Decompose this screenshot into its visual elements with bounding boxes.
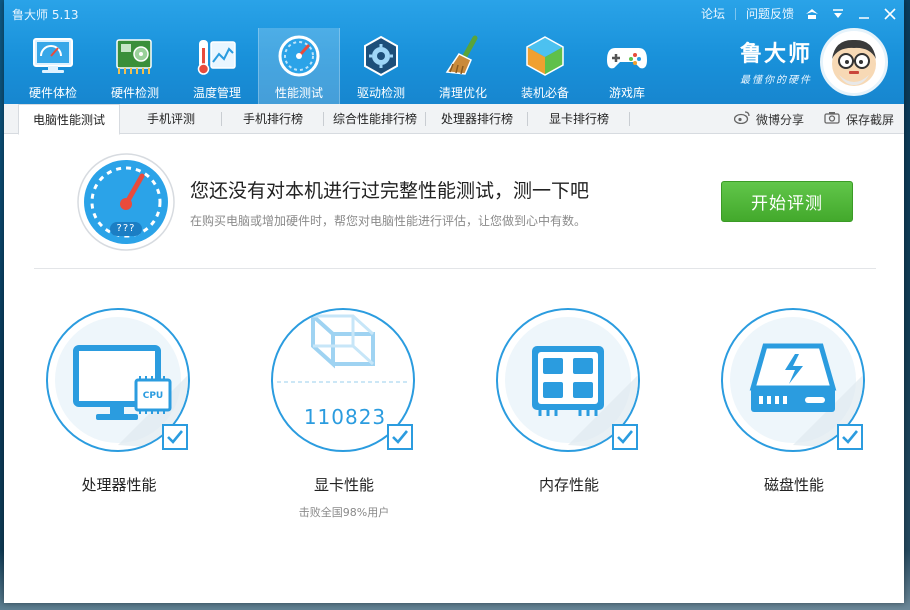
hero-title: 您还没有对本机进行过完整性能测试，测一下吧 (190, 180, 590, 202)
nav-item-hardware-detect[interactable]: 硬件检测 (94, 28, 176, 104)
feedback-link[interactable]: 问题反馈 (746, 5, 794, 22)
minimize-button[interactable] (856, 6, 872, 22)
speedometer-icon (275, 32, 323, 80)
card-cpu[interactable]: CPU 处理器性能 (44, 304, 194, 534)
nav-label: 硬件检测 (110, 86, 159, 100)
divider (734, 7, 736, 20)
app-window: 鲁大师 5.13 论坛 问题反馈 硬件体检 硬件检测 温度管理 性能测试 驱动检… (4, 0, 904, 603)
checkmark-icon (617, 430, 634, 444)
test-intro: ??? 您还没有对本机进行过完整性能测试，测一下吧 在购买电脑或增加硬件时，帮您… (76, 152, 876, 256)
nav-item-essentials[interactable]: 装机必备 (504, 28, 586, 104)
forum-link[interactable]: 论坛 (701, 5, 725, 22)
gear-driver-icon (357, 32, 405, 80)
start-test-button[interactable]: 开始评测 (721, 181, 853, 222)
memory-checkbox[interactable] (612, 424, 638, 450)
save-screenshot-button[interactable]: 保存截屏 (824, 111, 894, 128)
brand-slogan: 最懂你的硬件 (739, 75, 812, 86)
brand-name: 鲁大师 (739, 42, 812, 67)
checkmark-icon (392, 430, 409, 444)
gamepad-icon (603, 32, 651, 80)
nav-item-driver-detect[interactable]: 驱动检测 (340, 28, 422, 104)
nav-item-cleanup[interactable]: 清理优化 (422, 28, 504, 104)
gpu-checkbox[interactable] (387, 424, 413, 450)
card-label: 内存性能 (538, 476, 599, 494)
nav-item-game-library[interactable]: 游戏库 (586, 28, 668, 104)
card-label: 磁盘性能 (763, 476, 824, 494)
tab-pc-performance[interactable]: 电脑性能测试 (18, 104, 120, 135)
gpu-rank-note: 击败全国98%用户 (298, 506, 390, 519)
monitor-check-icon (29, 32, 77, 80)
tab-phone-review[interactable]: 手机评测 (120, 104, 222, 133)
nav-item-temperature[interactable]: 温度管理 (176, 28, 258, 104)
tab-phone-ranking[interactable]: 手机排行榜 (222, 104, 324, 133)
save-screenshot-label: 保存截屏 (845, 112, 894, 127)
speedometer-icon: ??? (76, 152, 176, 252)
weibo-icon (733, 111, 750, 127)
tab-actions: 微博分享 保存截屏 (733, 104, 894, 134)
sub-tabs: 电脑性能测试 手机评测 手机排行榜 综合性能排行榜 处理器排行榜 显卡排行榜 微… (4, 104, 904, 135)
tab-cpu-ranking[interactable]: 处理器排行榜 (426, 104, 528, 133)
card-disk[interactable]: 磁盘性能 (719, 304, 869, 534)
gauge-placeholder-score: ??? (116, 223, 136, 234)
card-label: 处理器性能 (81, 476, 157, 494)
nav-label: 驱动检测 (356, 86, 405, 100)
test-categories: CPU 处理器性能 110823 显卡性能 击败全国98%用户 内存性能 磁盘性… (44, 304, 884, 534)
card-memory[interactable]: 内存性能 (494, 304, 644, 534)
hero-subtitle: 在购买电脑或增加硬件时，帮您对电脑性能进行评估，让您做到心中有数。 (190, 214, 587, 228)
mascot-avatar[interactable] (820, 28, 888, 96)
main-nav: 硬件体检 硬件检测 温度管理 性能测试 驱动检测 清理优化 装机必备 游戏库 (12, 28, 668, 104)
cube-apps-icon (521, 32, 569, 80)
nav-label: 清理优化 (438, 86, 487, 100)
circuit-board-icon (111, 32, 159, 80)
nav-label: 性能测试 (274, 86, 323, 100)
close-button[interactable] (882, 6, 898, 22)
tab-gpu-ranking[interactable]: 显卡排行榜 (528, 104, 630, 133)
brand: 鲁大师 最懂你的硬件 (740, 36, 812, 86)
top-bar: 鲁大师 5.13 论坛 问题反馈 硬件体检 硬件检测 温度管理 性能测试 驱动检… (4, 0, 904, 104)
menu-dropdown-icon[interactable] (830, 6, 846, 22)
disk-checkbox[interactable] (837, 424, 863, 450)
card-label: 显卡性能 (313, 476, 374, 494)
thermometer-icon (193, 32, 241, 80)
nav-label: 装机必备 (520, 86, 569, 100)
site-watermark: 易迅网 (796, 580, 850, 601)
weibo-share-label: 微博分享 (755, 112, 804, 127)
broom-icon (439, 32, 487, 80)
divider (34, 268, 876, 269)
cpu-chip-label: CPU (142, 391, 164, 401)
cpu-checkbox[interactable] (162, 424, 188, 450)
weibo-share-button[interactable]: 微博分享 (733, 111, 804, 128)
nav-label: 游戏库 (608, 86, 645, 100)
checkmark-icon (167, 430, 184, 444)
nav-item-hardware-checkup[interactable]: 硬件体检 (12, 28, 94, 104)
skin-icon[interactable] (804, 6, 820, 22)
app-title: 鲁大师 5.13 (12, 8, 79, 22)
nav-label: 温度管理 (192, 86, 241, 100)
nav-label: 硬件体检 (28, 86, 77, 100)
camera-icon (824, 111, 840, 127)
tab-overall-ranking[interactable]: 综合性能排行榜 (324, 104, 426, 133)
card-gpu[interactable]: 110823 显卡性能 击败全国98%用户 (269, 304, 419, 534)
top-actions: 论坛 问题反馈 (701, 5, 898, 22)
nav-item-performance-test[interactable]: 性能测试 (258, 28, 340, 104)
checkmark-icon (842, 430, 859, 444)
